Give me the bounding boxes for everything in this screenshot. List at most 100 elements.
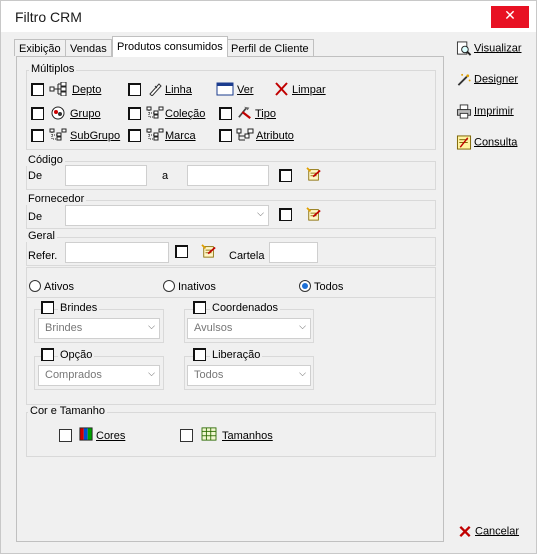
todos-radio[interactable] xyxy=(299,280,311,292)
codigo-checkbox[interactable] xyxy=(279,169,292,182)
fornecedor-de-label: De xyxy=(28,211,43,223)
codigo-de-input[interactable] xyxy=(65,165,147,186)
tab-vendas[interactable]: Vendas xyxy=(65,39,112,56)
magic-wand-icon xyxy=(457,73,471,86)
fornecedor-title: Fornecedor xyxy=(26,193,87,205)
limpar-label[interactable]: Limpar xyxy=(292,84,326,96)
cores-checkbox[interactable] xyxy=(59,429,72,442)
tab-exibicao[interactable]: Exibição xyxy=(14,39,66,56)
tamanhos-checkbox[interactable] xyxy=(180,429,193,442)
opcao-checkbox[interactable] xyxy=(41,348,54,361)
chevron-down-icon: ⌵ xyxy=(257,208,264,218)
codigo-title: Código xyxy=(26,154,65,166)
atributo-checkbox[interactable] xyxy=(219,129,232,142)
inativos-radio[interactable] xyxy=(163,280,175,292)
color-palette-icon xyxy=(79,427,93,441)
refer-input[interactable] xyxy=(65,242,169,263)
atributo-label: Atributo xyxy=(256,130,294,142)
tab-produtos-consumidos[interactable]: Produtos consumidos xyxy=(112,36,228,57)
geral-title: Geral xyxy=(26,230,57,242)
refer-checkbox[interactable] xyxy=(175,245,188,258)
brindes-select[interactable]: Brindes ⌵ xyxy=(38,318,160,339)
ativos-label: Ativos xyxy=(44,281,74,293)
todos-label: Todos xyxy=(314,281,344,293)
tamanhos-label: Tamanhos xyxy=(222,430,273,442)
query-sheet-icon xyxy=(456,135,472,150)
tree-icon xyxy=(49,128,67,141)
tab-panel: Múltiplos Depto Linha Ver Limpar Grupo C… xyxy=(16,56,444,542)
brindes-checkbox[interactable] xyxy=(41,301,54,314)
colecao-checkbox[interactable] xyxy=(128,107,141,120)
coordenados-select[interactable]: Avulsos ⌵ xyxy=(187,318,311,339)
group-icon xyxy=(51,106,65,120)
hierarchy-icon xyxy=(49,82,67,96)
hierarchy-icon xyxy=(236,128,254,141)
liberacao-title: Liberação xyxy=(210,349,263,361)
tipo-label: Tipo xyxy=(255,108,276,120)
coordenados-checkbox[interactable] xyxy=(193,301,206,314)
red-x-icon xyxy=(459,525,471,538)
magnifier-page-icon xyxy=(456,41,472,56)
linha-checkbox[interactable] xyxy=(128,83,141,96)
red-x-icon[interactable] xyxy=(273,82,291,96)
edit-list-icon[interactable] xyxy=(305,167,323,181)
printer-icon xyxy=(456,104,472,119)
inativos-label: Inativos xyxy=(178,281,216,293)
cor-tamanho-title: Cor e Tamanho xyxy=(28,405,108,417)
tipo-checkbox[interactable] xyxy=(219,107,232,120)
imprimir-button[interactable]: Imprimir xyxy=(456,104,514,119)
window-icon[interactable] xyxy=(216,82,234,96)
status-divider xyxy=(26,297,436,298)
codigo-de-label: De xyxy=(28,170,43,182)
liberacao-value: Todos xyxy=(194,369,224,381)
chevron-down-icon: ⌵ xyxy=(299,321,306,331)
subgrupo-checkbox[interactable] xyxy=(31,129,44,142)
colecao-label: Coleção xyxy=(165,108,206,120)
ver-label[interactable]: Ver xyxy=(237,84,254,96)
ativos-radio[interactable] xyxy=(29,280,41,292)
liberacao-select[interactable]: Todos ⌵ xyxy=(187,365,311,386)
tree-icon xyxy=(146,106,164,119)
coordenados-title: Coordenados xyxy=(210,302,281,314)
grupo-checkbox[interactable] xyxy=(31,107,44,120)
window-title: Filtro CRM xyxy=(15,9,82,25)
coordenados-value: Avulsos xyxy=(194,322,233,334)
edit-list-icon[interactable] xyxy=(305,207,323,221)
depto-label: Depto xyxy=(72,84,102,96)
marca-label: Marca xyxy=(165,130,196,142)
consulta-button[interactable]: Consulta xyxy=(456,135,517,150)
close-button[interactable]: ✕ xyxy=(491,6,529,28)
codigo-a-input[interactable] xyxy=(187,165,269,186)
tools-icon xyxy=(238,106,251,119)
depto-checkbox[interactable] xyxy=(31,83,44,96)
liberacao-checkbox[interactable] xyxy=(193,348,206,361)
opcao-value: Comprados xyxy=(45,369,102,381)
cancelar-button[interactable]: Cancelar xyxy=(457,524,519,539)
opcao-title: Opção xyxy=(58,349,95,361)
fornecedor-select[interactable]: ⌵ xyxy=(65,205,269,226)
multiplos-title: Múltiplos xyxy=(29,63,77,75)
grid-table-icon xyxy=(201,427,217,441)
brindes-value: Brindes xyxy=(45,322,83,334)
tree-icon xyxy=(146,128,164,141)
filter-window: Filtro CRM ✕ Exibição Vendas Produtos co… xyxy=(0,0,537,554)
brindes-title: Brindes xyxy=(58,302,100,314)
cartela-input[interactable] xyxy=(269,242,318,263)
edit-list-icon[interactable] xyxy=(200,244,218,258)
cartela-label: Cartela xyxy=(229,250,265,262)
visualizar-button[interactable]: Visualizar xyxy=(456,41,522,56)
chevron-down-icon: ⌵ xyxy=(299,368,306,378)
opcao-select[interactable]: Comprados ⌵ xyxy=(38,365,160,386)
pencil-icon xyxy=(149,83,162,96)
chevron-down-icon: ⌵ xyxy=(148,368,155,378)
refer-label: Refer. xyxy=(28,250,58,262)
tab-perfil-de-cliente[interactable]: Perfil de Cliente xyxy=(226,39,314,56)
title-bar: Filtro CRM ✕ xyxy=(1,1,536,32)
cores-label: Cores xyxy=(96,430,126,442)
chevron-down-icon: ⌵ xyxy=(148,321,155,331)
fornecedor-checkbox[interactable] xyxy=(279,208,292,221)
grupo-label: Grupo xyxy=(70,108,101,120)
marca-checkbox[interactable] xyxy=(128,129,141,142)
designer-button[interactable]: Designer xyxy=(456,72,518,87)
codigo-a-label: a xyxy=(162,170,169,182)
